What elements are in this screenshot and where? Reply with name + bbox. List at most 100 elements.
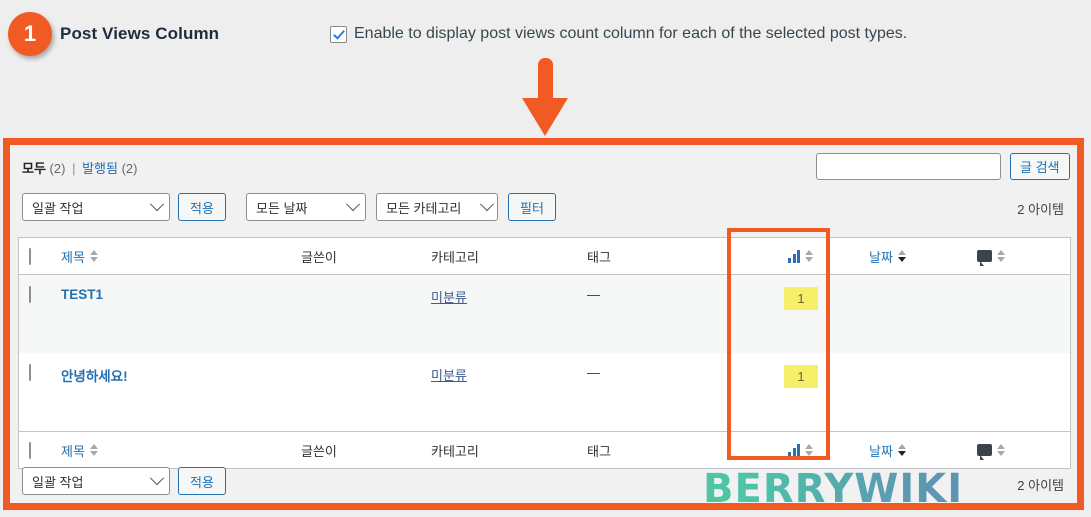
views-nav-separator: | [72,161,76,176]
tablenav-bottom: 일괄 작업 적용 [10,465,1077,499]
post-views-count: 1 [784,365,818,388]
page-title: Post Views Column [60,24,220,43]
table-row[interactable]: 안녕하세요! 미분류 — 1 [19,353,1070,431]
chevron-down-icon [345,197,361,212]
select-all-checkbox-bottom[interactable] [29,441,31,459]
screenshot-root: 1 Post Views Column Enable to display po… [0,0,1091,517]
category-filter-select-value: 모든 카테고리 [386,200,462,216]
post-title-link[interactable]: TEST1 [61,287,103,302]
column-footer-author-label: 글쓴이 [301,443,337,459]
tag-value: — [587,287,600,302]
row-category-cell: 미분류 [431,353,587,384]
row-tag-cell: — [587,353,747,380]
column-header-tag: 태그 [587,247,747,266]
chevron-down-icon [149,471,165,486]
arrow-down-icon [522,58,568,136]
sort-indicator-icon[interactable] [89,248,99,264]
column-header-date[interactable]: 날짜 [855,247,965,266]
annotation-strip: 1 Post Views Column Enable to display po… [0,0,1091,138]
table-footer-row: 제목 글쓴이 카테고리 태그 날짜 [19,431,1070,468]
item-count-bottom: 2 아이템 [1017,478,1064,493]
row-views-cell: 1 [747,353,855,388]
category-link[interactable]: 미분류 [431,290,467,305]
sort-indicator-icon[interactable] [897,248,907,264]
posts-list-pane: 모두 (2) | 발행됨 (2) 글 검색 일괄 작업 적용 모든 날짜 모든 … [10,145,1077,503]
row-views-cell: 1 [747,275,855,310]
sort-indicator-icon[interactable] [805,442,814,458]
date-filter-select[interactable]: 모든 날짜 [246,193,366,221]
apply-button-top[interactable]: 적용 [178,193,226,221]
row-author-cell [301,275,431,287]
column-footer-tag-label: 태그 [587,443,611,459]
column-header-comments[interactable] [965,248,1057,266]
search-input[interactable] [816,153,1001,180]
search-posts-button[interactable]: 글 검색 [1010,153,1070,180]
category-filter-select[interactable]: 모든 카테고리 [376,193,498,221]
filter-button[interactable]: 필터 [508,193,556,221]
column-header-title[interactable]: 제목 [61,247,301,266]
select-all-cell-bottom [19,441,61,459]
table-header-row: 제목 글쓴이 카테고리 태그 날짜 [19,238,1070,275]
column-footer-date[interactable]: 날짜 [855,441,965,460]
column-header-category-label: 카테고리 [431,249,479,265]
column-footer-comments[interactable] [965,442,1057,460]
column-header-tag-label: 태그 [587,249,611,265]
table-row[interactable]: TEST1 미분류 — 1 [19,275,1070,353]
sort-indicator-icon[interactable] [897,442,907,458]
posts-table: 제목 글쓴이 카테고리 태그 날짜 TEST1 미분류 — 1 안녕하세요! 미… [18,237,1071,469]
bulk-action-select-bottom-value: 일괄 작업 [32,474,84,490]
row-checkbox[interactable] [29,364,31,381]
view-filter-all-count: (2) [49,161,66,176]
chevron-down-icon [149,197,165,212]
sort-indicator-icon[interactable] [997,442,1006,458]
item-count-top: 2 아이템 [1017,202,1064,217]
row-author-cell [301,353,431,365]
view-filter-all[interactable]: 모두 [22,161,46,176]
row-select-cell [19,353,61,381]
view-filter-all-label: 모두 [22,161,46,176]
column-footer-tag: 태그 [587,441,747,460]
column-header-category: 카테고리 [431,247,587,266]
row-comments-cell [965,275,1057,287]
row-category-cell: 미분류 [431,275,587,306]
column-header-post-views[interactable] [747,248,855,264]
column-header-author-label: 글쓴이 [301,249,337,265]
apply-button-bottom[interactable]: 적용 [178,467,226,495]
enable-setting-row: Enable to display post views count colum… [330,25,907,43]
sort-indicator-icon[interactable] [997,248,1006,264]
bar-chart-icon [788,249,800,263]
sort-indicator-icon[interactable] [805,248,814,264]
comment-bubble-icon [977,249,992,266]
tag-value: — [587,365,600,380]
select-all-cell [19,247,61,265]
highlight-frame: 모두 (2) | 발행됨 (2) 글 검색 일괄 작업 적용 모든 날짜 모든 … [3,138,1084,510]
bulk-action-select-top[interactable]: 일괄 작업 [22,193,170,221]
row-title-cell: 안녕하세요! [61,353,301,385]
bulk-action-select-top-value: 일괄 작업 [32,200,84,216]
post-title-link[interactable]: 안녕하세요! [61,369,128,384]
post-views-count: 1 [784,287,818,310]
column-footer-category-label: 카테고리 [431,443,479,459]
row-checkbox[interactable] [29,286,31,303]
views-nav: 모두 (2) | 발행됨 (2) [22,158,137,177]
step-badge: 1 [8,12,52,56]
enable-post-views-checkbox[interactable] [330,25,347,43]
column-footer-title-label: 제목 [61,443,85,459]
view-filter-published[interactable]: 발행됨 [82,161,118,176]
comment-bubble-icon [977,443,992,460]
column-footer-author: 글쓴이 [301,441,431,460]
category-link[interactable]: 미분류 [431,368,467,383]
column-header-date-label: 날짜 [869,249,893,265]
row-date-cell [855,275,965,287]
row-comments-cell [965,353,1057,365]
bulk-action-select-bottom[interactable]: 일괄 작업 [22,467,170,495]
column-footer-title[interactable]: 제목 [61,441,301,460]
select-all-checkbox-top[interactable] [29,247,31,265]
sort-indicator-icon[interactable] [89,442,99,458]
column-footer-category: 카테고리 [431,441,587,460]
row-title-cell: TEST1 [61,275,301,302]
column-header-title-label: 제목 [61,249,85,265]
chevron-down-icon [479,197,495,212]
view-filter-published-count: (2) [121,161,138,176]
column-footer-post-views[interactable] [747,442,855,458]
